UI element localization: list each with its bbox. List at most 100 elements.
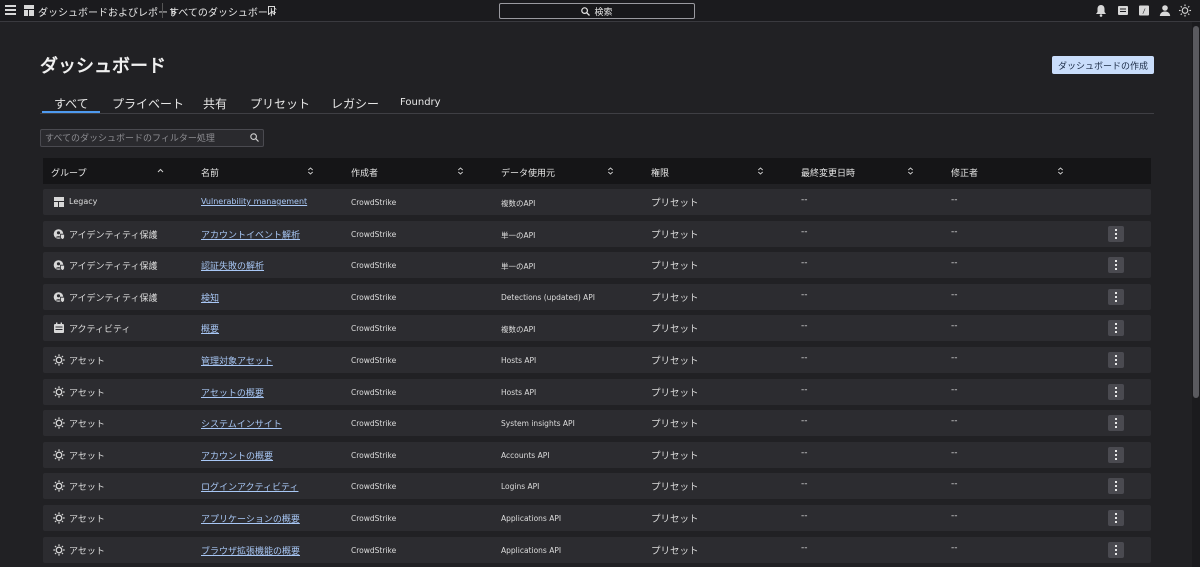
sort-icon[interactable] <box>457 167 464 175</box>
tab-foundry[interactable]: Foundry <box>400 97 441 108</box>
group-cell: アイデンティティ保護 <box>69 262 158 273</box>
permission-cell: プリセット <box>651 229 699 241</box>
table-row[interactable]: アセット アセットの概要 CrowdStrike Hosts API プリセット -- -- <box>43 378 1151 405</box>
table-row[interactable]: アイデンティティ保護 検知 CrowdStrike Detections (updat… <box>43 283 1151 310</box>
sort-icon[interactable] <box>307 167 314 175</box>
row-actions-button[interactable] <box>1108 352 1124 368</box>
tab-private[interactable]: プライベート <box>112 95 184 112</box>
identity-shield-icon <box>53 260 65 272</box>
sort-icon[interactable] <box>1057 167 1064 175</box>
dashboard-name-link[interactable]: ブラウザ拡張機能の概要 <box>201 544 300 557</box>
permission-cell: プリセット <box>651 324 699 336</box>
dashboard-name-link[interactable]: アプリケーションの概要 <box>201 512 300 525</box>
row-actions-button[interactable] <box>1108 541 1124 558</box>
dashboard-name-link[interactable]: アカウントの概要 <box>201 449 273 462</box>
tab-legacy[interactable]: レガシー <box>331 95 379 112</box>
dashboard-name-link[interactable]: 検知 <box>201 291 219 304</box>
row-actions-button[interactable] <box>1108 383 1124 400</box>
menu-icon[interactable] <box>5 5 16 16</box>
dashboard-name-link[interactable]: Vulnerability management <box>201 197 307 206</box>
modified-by-cell: -- <box>951 258 958 269</box>
tab-shared[interactable]: 共有 <box>203 95 227 112</box>
column-header-permission[interactable]: 権限 <box>651 166 669 179</box>
app-title[interactable]: ダッシュボードおよびレポート <box>38 4 178 19</box>
group-cell: アセット <box>69 388 105 399</box>
data-source-cell: Accounts API <box>501 450 550 460</box>
row-actions-button[interactable] <box>1108 415 1124 432</box>
table-row[interactable]: アセット アプリケーションの概要 CrowdStrike Applications A… <box>43 505 1151 531</box>
dashboard-name-link[interactable]: 認証失敗の解析 <box>201 259 264 272</box>
dashboard-name-link[interactable]: システムインサイト <box>201 417 282 430</box>
permission-cell: プリセット <box>651 356 699 367</box>
column-header-author[interactable]: 作成者 <box>351 166 378 179</box>
sort-ascending-icon[interactable] <box>157 167 164 175</box>
last-modified-cell: -- <box>801 384 808 395</box>
row-actions-button[interactable] <box>1108 225 1124 242</box>
column-header-name[interactable]: 名前 <box>201 166 219 179</box>
modified-by-cell: -- <box>951 195 958 205</box>
modified-by-cell: -- <box>951 479 958 490</box>
scrollbar-thumb[interactable] <box>1193 26 1199 398</box>
row-actions-button[interactable] <box>1108 510 1124 526</box>
asset-icon <box>53 480 65 493</box>
author-cell: CrowdStrike <box>351 482 397 492</box>
sort-icon[interactable] <box>757 167 764 175</box>
messages-icon[interactable] <box>1117 4 1129 17</box>
table-row[interactable]: Legacy Vulnerability management CrowdStrik… <box>43 189 1151 215</box>
permission-cell: プリセット <box>651 545 699 557</box>
row-actions-button[interactable] <box>1108 257 1124 274</box>
asset-icon <box>53 449 65 461</box>
last-modified-cell: -- <box>801 195 808 205</box>
table-row[interactable]: アセット ログインアクティビティ CrowdStrike Logins API プリセッ… <box>43 473 1151 500</box>
modified-by-cell: -- <box>951 511 958 521</box>
author-cell: CrowdStrike <box>351 387 397 397</box>
table-row[interactable]: アセット アカウントの概要 CrowdStrike Accounts API プリセット… <box>43 441 1151 468</box>
dashboard-tabs: すべて プライベート 共有 プリセット レガシー Foundry <box>40 93 1154 114</box>
permission-cell: プリセット <box>651 292 699 304</box>
bookmark-icon[interactable] <box>268 6 275 15</box>
create-dashboard-button[interactable]: ダッシュボードの作成 <box>1052 56 1154 74</box>
table-row[interactable]: アセット システムインサイト CrowdStrike System insights … <box>43 410 1151 437</box>
filter-input[interactable] <box>45 132 245 145</box>
data-source-cell: Logins API <box>501 482 540 492</box>
group-cell: アイデンティティ保護 <box>69 230 158 241</box>
table-row[interactable]: アイデンティティ保護 認証失敗の解析 CrowdStrike 単一のAPI プリセット -… <box>43 252 1151 279</box>
table-row[interactable]: アセット 管理対象アセット CrowdStrike Hosts API プリセット -- -… <box>43 347 1151 373</box>
dashboard-name-link[interactable]: アカウントイベント解析 <box>201 228 300 241</box>
column-header-group[interactable]: グループ <box>51 166 86 179</box>
permission-cell: プリセット <box>651 198 699 209</box>
sort-icon[interactable] <box>907 167 914 175</box>
dashboard-name-link[interactable]: アセットの概要 <box>201 386 264 399</box>
table-row[interactable]: アイデンティティ保護 アカウントイベント解析 CrowdStrike 単一のAPI プリ… <box>43 220 1151 247</box>
tab-all[interactable]: すべて <box>54 95 89 112</box>
group-cell: アクティビティ <box>69 325 131 336</box>
user-icon[interactable] <box>1159 4 1171 17</box>
table-row[interactable]: アクティビティ 概要 CrowdStrike 複数のAPI プリセット -- -- <box>43 315 1151 342</box>
global-search[interactable]: 検索 <box>499 3 695 19</box>
identity-shield-icon <box>53 291 65 303</box>
column-header-modified-by[interactable]: 修正者 <box>951 166 978 179</box>
tab-preset[interactable]: プリセット <box>250 95 310 112</box>
code-icon[interactable]: / <box>1138 4 1150 17</box>
row-actions-button[interactable] <box>1108 288 1124 305</box>
author-cell: CrowdStrike <box>351 229 397 239</box>
row-actions-button[interactable] <box>1108 478 1124 495</box>
page-scrollbar[interactable] <box>1192 22 1200 567</box>
column-header-data-source[interactable]: データ使用元 <box>501 166 555 179</box>
sort-icon[interactable] <box>607 167 614 175</box>
row-actions-button[interactable] <box>1108 446 1124 463</box>
dashboard-name-link[interactable]: 概要 <box>201 322 219 335</box>
notification-bell-icon[interactable] <box>1095 4 1107 17</box>
dashboard-app-icon <box>24 5 34 16</box>
author-cell: CrowdStrike <box>351 419 397 429</box>
row-actions-button[interactable] <box>1108 320 1124 337</box>
column-header-last-modified[interactable]: 最終変更日時 <box>801 166 855 179</box>
group-cell: アセット <box>69 420 105 431</box>
last-modified-cell: -- <box>801 353 808 363</box>
table-row[interactable]: アセット ブラウザ拡張機能の概要 CrowdStrike Applications A… <box>43 536 1151 563</box>
active-tab-indicator <box>42 111 100 113</box>
theme-sun-icon[interactable] <box>1178 4 1192 17</box>
last-modified-cell: -- <box>801 258 808 269</box>
dashboard-name-link[interactable]: ログインアクティビティ <box>201 480 298 493</box>
dashboard-name-link[interactable]: 管理対象アセット <box>201 354 273 367</box>
